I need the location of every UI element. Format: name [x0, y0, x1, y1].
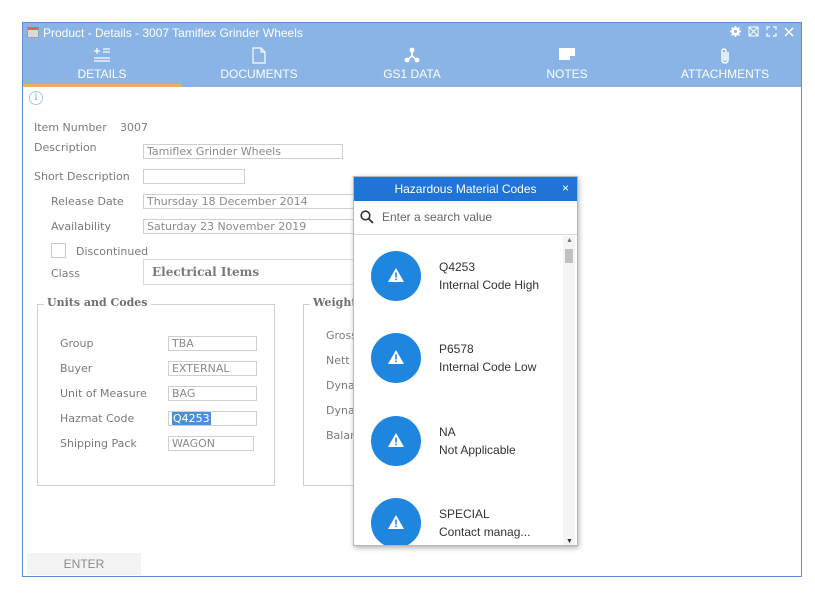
notes-icon — [487, 43, 647, 65]
group-label: Group — [60, 337, 94, 350]
short-description-field[interactable] — [143, 169, 245, 184]
window-controls — [727, 24, 797, 42]
list-item[interactable]: Q4253 Internal Code High — [354, 236, 562, 318]
list-item[interactable]: P6578 Internal Code Low — [354, 318, 562, 400]
scroll-thumb[interactable] — [565, 249, 573, 263]
item-code: SPECIAL — [439, 507, 490, 521]
item-description: Internal Code High — [439, 278, 540, 292]
class-field[interactable]: Electrical Items — [143, 259, 358, 285]
paperclip-icon — [647, 43, 803, 65]
tab-details[interactable]: DETAILS — [23, 43, 181, 87]
hazard-badge — [371, 498, 421, 545]
class-label: Class — [51, 267, 80, 280]
hazmat-codes-popup: Hazardous Material Codes × Q4253 Interna… — [353, 176, 578, 546]
item-number-label: Item Number — [34, 121, 107, 134]
search-icon — [360, 210, 374, 229]
popup-header: Hazardous Material Codes × — [354, 177, 577, 201]
title-bar: Product - Details - 3007 Tamiflex Grinde… — [23, 23, 801, 43]
hazmat-code-value: Q4253 — [172, 412, 211, 425]
item-code: Q4253 — [439, 260, 476, 274]
item-code: NA — [439, 425, 456, 439]
list-item[interactable]: SPECIAL Contact manag... — [354, 483, 562, 545]
release-date-field[interactable]: Thursday 18 December 2014 — [143, 194, 358, 209]
buyer-label: Buyer — [60, 362, 93, 375]
item-description: Contact manag... — [439, 525, 531, 539]
search-input[interactable] — [380, 208, 570, 226]
description-label: Description — [34, 141, 97, 154]
warning-icon — [388, 433, 404, 447]
close-icon[interactable] — [781, 24, 797, 42]
tab-label: DETAILS — [77, 67, 127, 81]
item-code: P6578 — [439, 342, 474, 356]
hazard-badge — [371, 333, 421, 383]
warning-icon — [388, 515, 404, 529]
unit-of-measure-label: Unit of Measure — [60, 387, 147, 400]
availability-field[interactable]: Saturday 23 November 2019 — [143, 219, 358, 234]
scroll-down-arrow-icon[interactable]: ▼ — [566, 538, 573, 545]
search-bar — [354, 201, 577, 235]
hazmat-code-list: Q4253 Internal Code High P6578 Internal … — [354, 236, 562, 545]
weight-row-label: Dyna — [326, 404, 355, 417]
weight-title: Weight — [310, 296, 360, 309]
shipping-pack-field[interactable]: WAGON — [168, 436, 254, 451]
popup-title: Hazardous Material Codes — [394, 182, 537, 196]
item-description: Not Applicable — [439, 443, 516, 457]
maximize-icon[interactable] — [763, 24, 779, 42]
tab-notes[interactable]: NOTES — [487, 43, 647, 87]
hazard-badge — [371, 251, 421, 301]
item-number-value: 3007 — [120, 121, 148, 134]
tab-label: GS1 DATA — [383, 67, 441, 81]
info-icon[interactable]: i — [29, 91, 43, 105]
list-scrollbar[interactable]: ▲ ▼ — [563, 236, 575, 545]
unit-of-measure-field[interactable]: BAG — [168, 386, 257, 401]
hazmat-code-field[interactable]: Q4253 — [168, 411, 257, 426]
description-field[interactable]: Tamiflex Grinder Wheels — [143, 144, 343, 159]
tab-attachments[interactable]: ATTACHMENTS — [647, 43, 803, 87]
list-item[interactable]: NA Not Applicable — [354, 401, 562, 483]
short-description-label: Short Description — [34, 170, 130, 183]
release-date-label: Release Date — [51, 195, 124, 208]
group-field[interactable]: TBA — [168, 336, 257, 351]
tab-label: NOTES — [546, 67, 588, 81]
window-title: Product - Details - 3007 Tamiflex Grinde… — [43, 26, 303, 40]
warning-icon — [388, 268, 404, 282]
gear-icon[interactable] — [727, 24, 743, 42]
buyer-field[interactable]: EXTERNAL — [168, 361, 257, 376]
tab-bar: DETAILS DOCUMENTS GS1 DATA NOTES ATTACHM… — [23, 43, 801, 87]
availability-label: Availability — [51, 220, 111, 233]
scroll-up-arrow-icon[interactable]: ▲ — [566, 237, 573, 244]
close-icon[interactable]: × — [562, 181, 569, 195]
tab-gs1-data[interactable]: GS1 DATA — [337, 43, 487, 87]
weight-row-label: Dyna — [326, 379, 355, 392]
restore-icon[interactable] — [745, 24, 761, 42]
hazmat-code-label: Hazmat Code — [60, 412, 135, 425]
discontinued-label: Discontinued — [76, 245, 149, 258]
document-icon — [181, 43, 337, 65]
tab-label: ATTACHMENTS — [680, 67, 770, 81]
tab-label: DOCUMENTS — [220, 67, 298, 81]
units-and-codes-title: Units and Codes — [44, 296, 151, 309]
hazard-badge — [371, 416, 421, 466]
enter-button[interactable]: ENTER — [27, 553, 141, 575]
shipping-pack-label: Shipping Pack — [60, 437, 137, 450]
warning-icon — [388, 350, 404, 364]
app-icon — [27, 27, 39, 38]
discontinued-checkbox[interactable] — [51, 243, 66, 258]
item-description: Internal Code Low — [439, 360, 537, 374]
tab-documents[interactable]: DOCUMENTS — [181, 43, 337, 87]
details-icon — [23, 43, 181, 65]
network-icon — [337, 43, 487, 65]
